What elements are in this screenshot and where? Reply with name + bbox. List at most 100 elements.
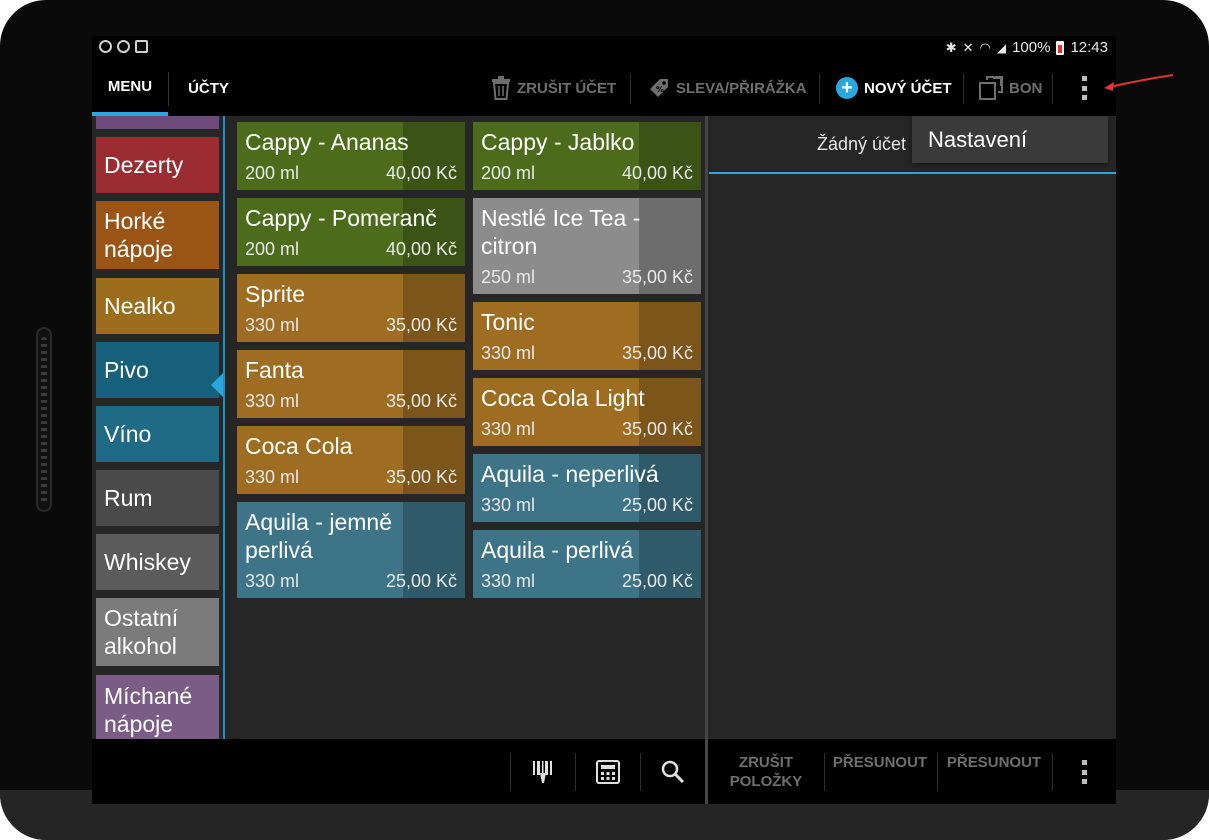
battery-icon [1056, 40, 1065, 55]
clipboard-icon [135, 40, 148, 53]
product-price: 25,00 Kč [621, 571, 693, 591]
product-name: Cappy - Pomeranč [245, 205, 437, 231]
settings-menu-item[interactable]: Nastavení [912, 116, 1108, 163]
move-label: PŘESUNOUT [946, 754, 1042, 771]
action-bar: MENU ÚČTY ZRUŠIT ÚČET % SLEVA/PŘIRÁŽKA +… [92, 60, 1116, 116]
cancel-account-button[interactable]: ZRUŠIT ÚČET [491, 60, 616, 116]
tab-accounts[interactable]: ÚČTY [170, 60, 247, 116]
category-label: Dezerty [104, 152, 184, 178]
clock: 12:43 [1070, 39, 1108, 56]
product-grid: Cappy - Ananas 200 ml 40,00 Kč Cappy - J… [225, 116, 705, 739]
product-name: Tonic [481, 309, 535, 335]
tab-menu[interactable]: MENU [92, 60, 168, 116]
product-tile[interactable]: Aquila - perlivá 330 ml 25,00 Kč [473, 530, 701, 598]
tag-icon: % [650, 79, 668, 97]
product-volume: 250 ml [481, 267, 536, 287]
mute-icon: ✕ [962, 39, 974, 55]
category-label: Rum [104, 485, 153, 511]
product-volume: 200 ml [245, 163, 300, 183]
bottom-toolbar-left [92, 739, 705, 804]
product-tile[interactable]: Coca Cola 330 ml 35,00 Kč [237, 426, 465, 494]
notification-icon [99, 40, 112, 53]
overflow-menu-icon[interactable] [1081, 760, 1087, 784]
tablet-frame: ✱ ✕ ◠ ◢ 100% 12:43 MENU ÚČTY ZRUŠIT ÚČET… [0, 0, 1209, 840]
product-name: Aquila - jemně perlivá [245, 509, 393, 563]
status-bar: ✱ ✕ ◠ ◢ 100% 12:43 [92, 36, 1116, 60]
product-name: Cappy - Jablko [481, 129, 635, 155]
category-rum[interactable]: Rum [96, 470, 219, 526]
product-price: 25,00 Kč [621, 495, 693, 515]
product-name: Cappy - Ananas [245, 129, 409, 155]
move-label: PŘESUNOUT [832, 754, 928, 771]
product-tile[interactable]: Tonic 330 ml 35,00 Kč [473, 302, 701, 370]
bottom-toolbar-right: ZRUŠIT POLOŽKY PŘESUNOUT PŘESUNOUT [708, 739, 1116, 804]
category-label: Pivo [104, 357, 149, 383]
new-account-label: NOVÝ ÚČET [864, 79, 952, 97]
product-tile[interactable]: Aquila - jemně perlivá 330 ml 25,00 Kč [237, 502, 465, 598]
product-volume: 330 ml [481, 343, 536, 363]
category-label: Míchané nápoje [104, 683, 193, 737]
category-label: Whiskey [104, 549, 191, 575]
calculator-icon[interactable] [595, 759, 621, 785]
product-tile[interactable]: Sprite 330 ml 35,00 Kč [237, 274, 465, 342]
cancel-items-label: ZRUŠIT POLOŽKY [729, 754, 803, 790]
product-volume: 330 ml [245, 467, 300, 487]
tablet-side-button [36, 327, 52, 512]
category-list: Dezerty Horké nápoje Nealko Pivo Víno Ru… [92, 116, 223, 739]
selected-category-pointer [211, 373, 223, 397]
product-tile[interactable]: Cappy - Pomeranč 200 ml 40,00 Kč [237, 198, 465, 266]
product-price: 35,00 Kč [621, 343, 693, 363]
account-title: Žádný účet [817, 134, 907, 154]
overflow-menu-icon[interactable] [1081, 76, 1087, 100]
product-tile[interactable]: Coca Cola Light 330 ml 35,00 Kč [473, 378, 701, 446]
move-button[interactable]: PŘESUNOUT [830, 753, 930, 772]
product-tile[interactable]: Fanta 330 ml 35,00 Kč [237, 350, 465, 418]
category-pivo[interactable]: Pivo [96, 342, 219, 398]
battery-percent: 100% [1012, 39, 1051, 56]
category-vino[interactable]: Víno [96, 406, 219, 462]
cancel-items-button[interactable]: ZRUŠIT POLOŽKY [716, 753, 816, 791]
product-volume: 330 ml [481, 571, 536, 591]
product-name: Aquila - neperlivá [481, 461, 659, 487]
product-price: 25,00 Kč [385, 571, 457, 591]
product-tile[interactable]: Nestlé Ice Tea - citron 250 ml 35,00 Kč [473, 198, 701, 294]
bluetooth-icon: ✱ [945, 39, 957, 55]
category-michane-napoje[interactable]: Míchané nápoje [96, 675, 219, 739]
category-ostatni-alkohol[interactable]: Ostatní alkohol [96, 598, 219, 666]
cancel-account-label: ZRUŠIT ÚČET [517, 79, 617, 97]
category-whiskey[interactable]: Whiskey [96, 534, 219, 590]
category-label: Horké nápoje [104, 208, 174, 262]
product-tile[interactable]: Cappy - Jablko 200 ml 40,00 Kč [473, 122, 701, 190]
barcode-icon[interactable] [530, 759, 556, 785]
category-label: Nealko [104, 293, 176, 319]
product-price: 40,00 Kč [385, 163, 457, 183]
discount-button[interactable]: % SLEVA/PŘIRÁŽKA [648, 60, 807, 116]
category-label: Víno [104, 421, 152, 447]
product-volume: 330 ml [245, 571, 300, 591]
product-volume: 200 ml [245, 239, 300, 259]
account-panel: Žádný účet [708, 116, 1116, 739]
product-volume: 330 ml [245, 315, 300, 335]
move-button-2[interactable]: PŘESUNOUT [944, 753, 1044, 772]
product-tile[interactable]: Aquila - neperlivá 330 ml 25,00 Kč [473, 454, 701, 522]
product-name: Coca Cola [245, 433, 353, 459]
settings-label: Nastavení [928, 126, 1028, 152]
product-price: 35,00 Kč [385, 391, 457, 411]
product-price: 35,00 Kč [621, 419, 693, 439]
bon-button[interactable]: BON [979, 60, 1042, 116]
wifi-icon: ◠ [979, 39, 991, 55]
bon-icon [979, 76, 1003, 100]
product-price: 40,00 Kč [621, 163, 693, 183]
product-name: Aquila - perlivá [481, 537, 634, 563]
product-tile[interactable]: Cappy - Ananas 200 ml 40,00 Kč [237, 122, 465, 190]
new-account-button[interactable]: + NOVÝ ÚČET [836, 60, 952, 116]
annotation-arrow-icon [1104, 74, 1174, 91]
notification-icon [117, 40, 130, 53]
tab-label: MENU [107, 77, 153, 95]
category-horke-napoje[interactable]: Horké nápoje [96, 201, 219, 269]
category-dezerty[interactable]: Dezerty [96, 137, 219, 193]
product-name: Sprite [245, 281, 306, 307]
category-nealko[interactable]: Nealko [96, 278, 219, 334]
search-icon[interactable] [660, 759, 686, 785]
tab-label: ÚČTY [188, 79, 229, 97]
